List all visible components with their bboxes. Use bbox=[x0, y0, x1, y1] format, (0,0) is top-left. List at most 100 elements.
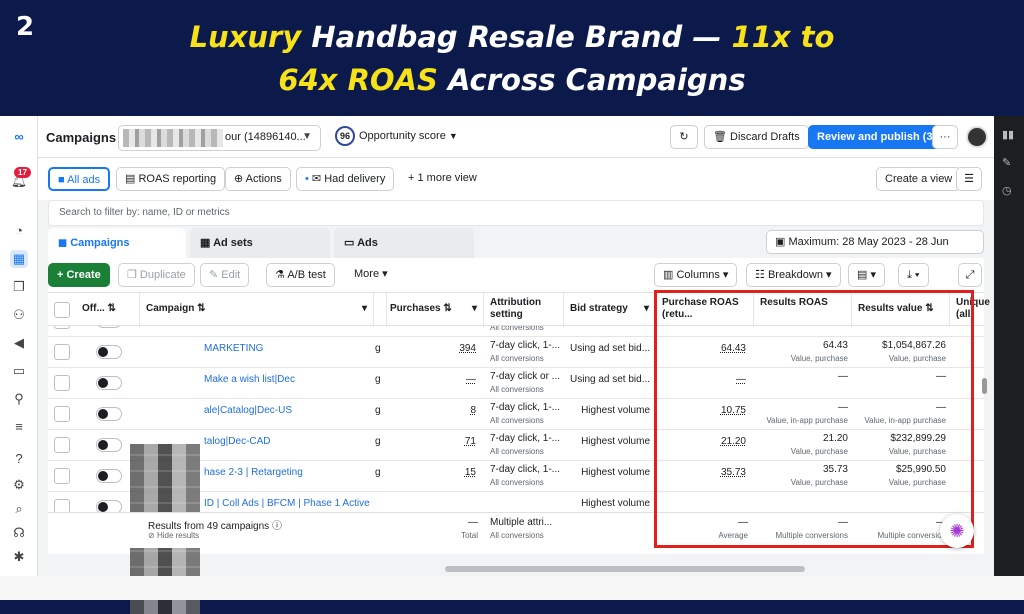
delivery-toggle[interactable] bbox=[96, 326, 122, 328]
delivery-toggle[interactable] bbox=[96, 469, 122, 483]
campaign-name[interactable]: MARKETING bbox=[204, 343, 263, 354]
gear-icon[interactable]: ⚙ bbox=[10, 476, 28, 494]
ab-test-button[interactable]: ⚗ A/B test bbox=[266, 263, 335, 287]
actions-view[interactable]: ⊕ Actions bbox=[225, 167, 291, 191]
col-bid-strategy[interactable]: Bid strategy ▾ bbox=[564, 293, 656, 327]
col-results-value[interactable]: Results value ⇅ bbox=[852, 293, 950, 327]
settings-sliders-icon[interactable]: ☰ bbox=[956, 167, 982, 191]
col-off-on[interactable]: Off... ⇅ bbox=[76, 293, 140, 327]
clock-icon[interactable]: ◷ bbox=[1002, 184, 1012, 197]
hide-results-link[interactable]: ⊘ Hide results bbox=[148, 531, 199, 540]
duplicate-button[interactable]: ❐ Duplicate bbox=[118, 263, 195, 287]
totals-results-value-sub: Multiple conversion bbox=[877, 531, 946, 540]
col-purchase-roas[interactable]: Purchase ROAS (retu... bbox=[656, 293, 754, 327]
reports-button[interactable]: ▤ ▾ bbox=[848, 263, 885, 287]
more-views-button[interactable]: + 1 more view bbox=[400, 167, 485, 191]
audience-icon[interactable]: ⚇ bbox=[10, 306, 28, 324]
export-button[interactable]: ⤓ ▾ bbox=[898, 263, 929, 287]
campaign-name[interactable]: hase 2-3 | Retargeting bbox=[204, 467, 303, 478]
dot-icon: • bbox=[305, 173, 309, 185]
purchases-value[interactable]: 8 bbox=[418, 405, 476, 416]
delivery-toggle[interactable] bbox=[96, 438, 122, 452]
breakdown-button[interactable]: ☷ Breakdown ▾ bbox=[746, 263, 841, 287]
billing-icon[interactable]: ▭ bbox=[10, 362, 28, 380]
tab-ads[interactable]: ▭ Ads bbox=[334, 228, 474, 258]
search-icon[interactable]: ⌕ bbox=[10, 500, 28, 518]
account-selector[interactable]: our (14896140... ▼ bbox=[118, 125, 321, 151]
refresh-button[interactable]: ↻ bbox=[670, 125, 698, 149]
chart-icon[interactable]: ▮▮ bbox=[1002, 128, 1014, 141]
tab-ad-sets[interactable]: ▦ Ad sets bbox=[190, 228, 330, 258]
attribution-sub: All conversions bbox=[490, 478, 544, 487]
col-purchases[interactable]: Purchases ⇅ ▾ bbox=[384, 293, 484, 327]
search-input[interactable]: Search to filter by: name, ID or metrics bbox=[48, 200, 984, 226]
table-row[interactable]: Make a wish list|Dec g — 7-day click or ...… bbox=[48, 368, 984, 399]
menu-icon[interactable]: ≡ bbox=[10, 418, 28, 436]
campaign-name[interactable]: Make a wish list|Dec bbox=[204, 374, 295, 385]
purchase-roas-value[interactable]: 64.43 bbox=[658, 343, 746, 354]
table-row[interactable]: ale|Catalog|Dec-US g 8 7-day click, 1-... Al… bbox=[48, 399, 984, 430]
avatar[interactable] bbox=[966, 126, 988, 148]
expand-icon[interactable]: ⤢ bbox=[958, 263, 982, 287]
table-row[interactable]: MARKETING g 394 7-day click, 1-... All conve… bbox=[48, 337, 984, 368]
bug-icon[interactable]: ✱ bbox=[10, 548, 28, 566]
purchases-value[interactable]: 394 bbox=[418, 343, 476, 354]
pages-icon[interactable]: ❐ bbox=[10, 278, 28, 296]
row-checkbox[interactable] bbox=[54, 499, 70, 512]
had-delivery-view[interactable]: • ✉ Had delivery bbox=[296, 167, 395, 191]
row-checkbox[interactable] bbox=[54, 437, 70, 453]
purchase-roas-value[interactable]: 10.75 bbox=[658, 405, 746, 416]
purchase-roas-value[interactable]: — bbox=[658, 374, 746, 385]
opportunity-score[interactable]: 96 Opportunity score ▼ bbox=[335, 126, 458, 148]
campaign-name[interactable]: talog|Dec-CAD bbox=[204, 436, 271, 447]
horizontal-scrollbar[interactable] bbox=[445, 566, 805, 572]
delivery-toggle[interactable] bbox=[96, 500, 122, 512]
purchase-roas-value[interactable]: 35.73 bbox=[658, 467, 746, 478]
delivery-toggle[interactable] bbox=[96, 345, 122, 359]
col-attribution[interactable]: Attribution setting bbox=[484, 293, 564, 327]
discard-drafts-button[interactable]: 🗑︎ Discard Drafts bbox=[704, 125, 809, 149]
assistant-icon[interactable]: ✺ bbox=[940, 514, 974, 548]
purchases-value[interactable]: 15 bbox=[418, 467, 476, 478]
events-icon[interactable]: ⚲ bbox=[10, 390, 28, 408]
columns-button[interactable]: ▥ Columns ▾ bbox=[654, 263, 738, 287]
col-results-roas[interactable]: Results ROAS bbox=[754, 293, 852, 327]
table-row[interactable]: DPA | Name | Shipping deadline | SDecg7-… bbox=[48, 326, 984, 337]
row-checkbox[interactable] bbox=[54, 326, 70, 329]
purchases-value[interactable]: 71 bbox=[418, 436, 476, 447]
more-options-button[interactable]: ··· bbox=[932, 125, 958, 149]
campaign-name[interactable]: ID | Coll Ads | BFCM | Phase 1 Active bbox=[204, 498, 370, 509]
select-all-checkbox[interactable] bbox=[54, 302, 70, 318]
breakdown-icon: ☷ bbox=[755, 269, 765, 281]
megaphone-icon[interactable]: ◀ bbox=[10, 334, 28, 352]
table-icon[interactable]: ▦ bbox=[10, 250, 28, 268]
meta-logo-icon[interactable]: ∞ bbox=[10, 128, 28, 146]
roas-reporting-view[interactable]: ▤ ROAS reporting bbox=[116, 167, 226, 191]
pencil-icon[interactable]: ✎ bbox=[1002, 156, 1011, 169]
col-unique[interactable]: Unique (all bbox=[950, 293, 990, 327]
row-checkbox[interactable] bbox=[54, 375, 70, 391]
create-view-button[interactable]: Create a view bbox=[876, 167, 962, 191]
purchases-value[interactable]: — bbox=[418, 374, 476, 385]
purchase-roas-value[interactable]: 21.20 bbox=[658, 436, 746, 447]
tab-campaigns[interactable]: ◼ Campaigns bbox=[48, 228, 186, 258]
top-bar: Campaigns our (14896140... ▼ 96 Opportuni… bbox=[38, 116, 994, 158]
delivery-toggle[interactable] bbox=[96, 376, 122, 390]
review-publish-button[interactable]: Review and publish (3) bbox=[808, 125, 946, 149]
col-campaign[interactable]: Campaign ⇅ ▾ bbox=[140, 293, 374, 327]
edit-button[interactable]: ✎ Edit bbox=[200, 263, 250, 287]
results-roas-value: — bbox=[838, 371, 848, 382]
support-icon[interactable]: ☊ bbox=[10, 524, 28, 542]
create-button[interactable]: + Create bbox=[48, 263, 110, 287]
date-range-picker[interactable]: ▣ Maximum: 28 May 2023 - 28 Jun 2026 ▾ bbox=[766, 230, 984, 270]
row-checkbox[interactable] bbox=[54, 406, 70, 422]
row-checkbox[interactable] bbox=[54, 344, 70, 360]
all-ads-view[interactable]: ■ All ads bbox=[48, 167, 111, 191]
vertical-scrollbar[interactable] bbox=[982, 378, 987, 394]
row-checkbox[interactable] bbox=[54, 468, 70, 484]
gauge-icon[interactable]: ◔ bbox=[10, 222, 28, 240]
delivery-toggle[interactable] bbox=[96, 407, 122, 421]
help-icon[interactable]: ? bbox=[10, 450, 28, 468]
campaign-name[interactable]: ale|Catalog|Dec-US bbox=[204, 405, 292, 416]
more-button[interactable]: More ▾ bbox=[346, 263, 396, 287]
